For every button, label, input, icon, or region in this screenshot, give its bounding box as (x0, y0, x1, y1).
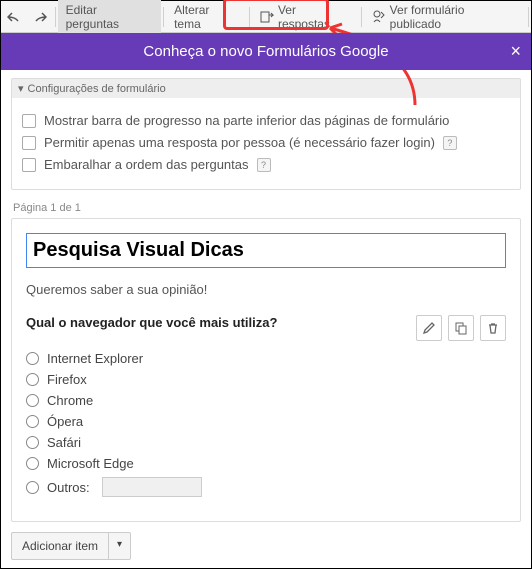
collapse-icon: ▾ (18, 82, 24, 95)
undo-button[interactable] (1, 3, 27, 31)
form-editor-card: Queremos saber a sua opinião! Qual o nav… (11, 218, 521, 522)
view-published-icon (372, 10, 386, 24)
view-responses-label: Ver respostas (278, 3, 351, 31)
checkbox-shuffle[interactable] (22, 158, 36, 172)
edit-questions-tab[interactable]: Editar perguntas (58, 0, 161, 35)
view-responses-button[interactable]: Ver respostas (252, 0, 359, 35)
add-item-dropdown[interactable]: ▾ (108, 532, 131, 560)
radio-option[interactable] (26, 415, 39, 428)
checkbox-progress-bar[interactable] (22, 114, 36, 128)
radio-option[interactable] (26, 436, 39, 449)
option-row: Chrome (26, 393, 506, 408)
option-other-row: Outros: (26, 477, 506, 497)
view-published-button[interactable]: Ver formulário publicado (364, 0, 526, 35)
duplicate-question-button[interactable] (448, 315, 474, 341)
option-label: Ópera (47, 414, 83, 429)
edit-question-button[interactable] (416, 315, 442, 341)
form-description: Queremos saber a sua opinião! (26, 282, 506, 297)
add-item-button[interactable]: Adicionar item (11, 532, 108, 560)
setting-progress-bar: Mostrar barra de progresso na parte infe… (22, 113, 510, 128)
option-row: Microsoft Edge (26, 456, 506, 471)
delete-question-button[interactable] (480, 315, 506, 341)
option-row: Ópera (26, 414, 506, 429)
radio-option[interactable] (26, 373, 39, 386)
help-icon[interactable]: ? (443, 136, 457, 150)
add-item-bar: Adicionar item ▾ (11, 532, 521, 560)
option-label: Chrome (47, 393, 93, 408)
option-label: Firefox (47, 372, 87, 387)
option-other-label: Outros: (47, 480, 90, 495)
option-row: Internet Explorer (26, 351, 506, 366)
help-icon[interactable]: ? (257, 158, 271, 172)
option-label: Safári (47, 435, 81, 450)
option-row: Safári (26, 435, 506, 450)
view-responses-icon (260, 11, 274, 23)
change-theme-button[interactable]: Alterar tema (166, 0, 247, 35)
settings-header-label: Configurações de formulário (28, 83, 166, 95)
redo-button[interactable] (27, 3, 53, 31)
form-settings-panel: ▾ Configurações de formulário Mostrar ba… (11, 78, 521, 190)
question-text: Qual o navegador que você mais utiliza? (26, 315, 416, 330)
radio-option[interactable] (26, 394, 39, 407)
setting-label: Permitir apenas uma resposta por pessoa … (44, 135, 435, 150)
toolbar: Editar perguntas Alterar tema Ver respos… (1, 1, 531, 33)
option-row: Firefox (26, 372, 506, 387)
radio-option[interactable] (26, 457, 39, 470)
setting-label: Mostrar barra de progresso na parte infe… (44, 113, 449, 128)
banner-text: Conheça o novo Formulários Google (143, 43, 388, 60)
option-label: Microsoft Edge (47, 456, 134, 471)
form-title-input[interactable] (26, 233, 506, 268)
checkbox-one-response[interactable] (22, 136, 36, 150)
radio-option[interactable] (26, 352, 39, 365)
setting-one-response: Permitir apenas uma resposta por pessoa … (22, 135, 510, 150)
setting-shuffle: Embaralhar a ordem das perguntas ? (22, 157, 510, 172)
option-other-input[interactable] (102, 477, 202, 497)
form-settings-header[interactable]: ▾ Configurações de formulário (12, 79, 520, 98)
options-list: Internet Explorer Firefox Chrome Ópera S… (26, 351, 506, 497)
banner-close-button[interactable]: × (510, 41, 521, 62)
radio-option-other[interactable] (26, 481, 39, 494)
setting-label: Embaralhar a ordem das perguntas (44, 157, 249, 172)
page-indicator: Página 1 de 1 (13, 202, 521, 214)
promo-banner: Conheça o novo Formulários Google × (1, 33, 531, 70)
view-published-label: Ver formulário publicado (390, 3, 518, 31)
option-label: Internet Explorer (47, 351, 143, 366)
